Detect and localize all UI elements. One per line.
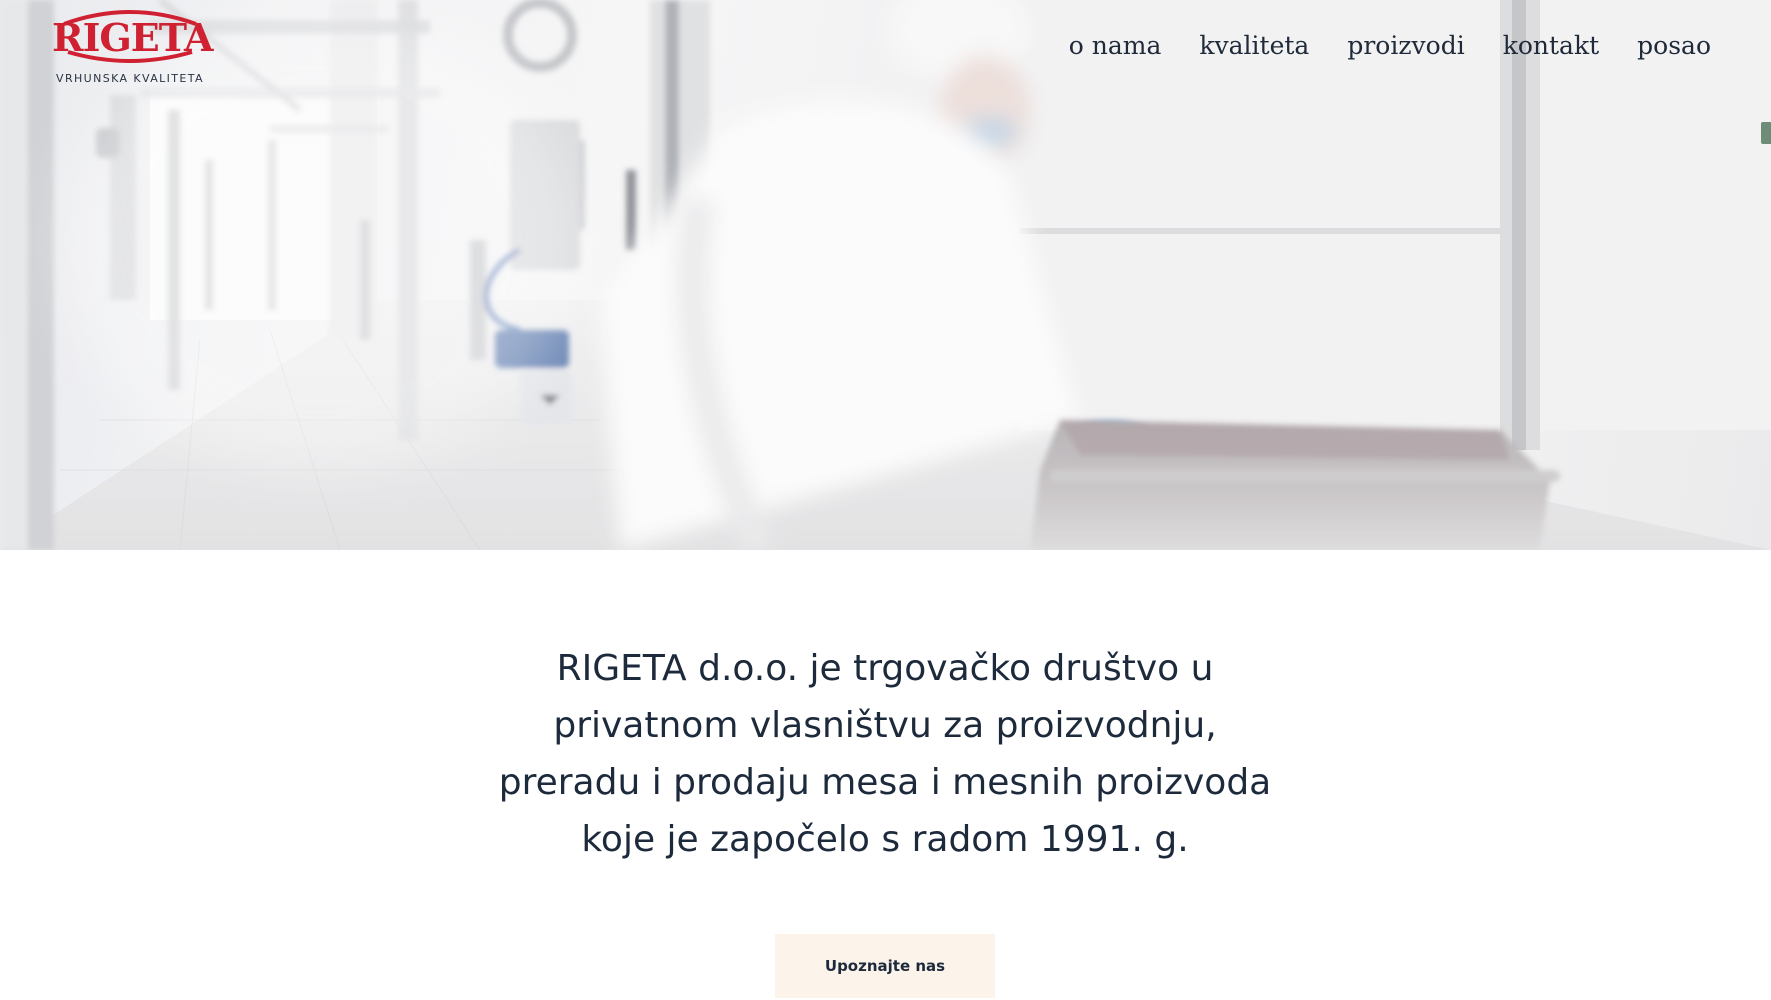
logo-tagline: VRHUNSKA KVALITETA xyxy=(56,72,204,85)
rigeta-logo[interactable]: RIGETA VRHUNSKA KVALITETA xyxy=(52,6,213,88)
nav-o-nama[interactable]: o nama xyxy=(1069,28,1162,64)
logo-wordmark: RIGETA xyxy=(52,15,213,60)
hero-banner: RIGETA VRHUNSKA KVALITETA o nama kvalite… xyxy=(0,0,1771,550)
nav-proizvodi[interactable]: proizvodi xyxy=(1347,28,1464,64)
nav-posao[interactable]: posao xyxy=(1637,28,1711,64)
nav-kontakt[interactable]: kontakt xyxy=(1503,28,1599,64)
main-navigation: o nama kvaliteta proizvodi kontakt posao xyxy=(1069,28,1711,64)
intro-line: koje je započelo s radom 1991. g. xyxy=(581,819,1189,860)
upoznajte-nas-button[interactable]: Upoznajte nas xyxy=(775,934,995,998)
nav-kvaliteta[interactable]: kvaliteta xyxy=(1199,28,1309,64)
intro-line: RIGETA d.o.o. je trgovačko društvo u xyxy=(556,648,1214,689)
company-intro: RIGETA d.o.o. je trgovačko društvo u pri… xyxy=(435,640,1335,868)
intro-line: privatnom vlasništvu za proizvodnju, xyxy=(553,705,1217,746)
hero-photo xyxy=(0,0,1771,550)
intro-line: preradu i prodaju mesa i mesnih proizvod… xyxy=(498,762,1272,803)
side-tab-icon[interactable] xyxy=(1761,122,1771,144)
